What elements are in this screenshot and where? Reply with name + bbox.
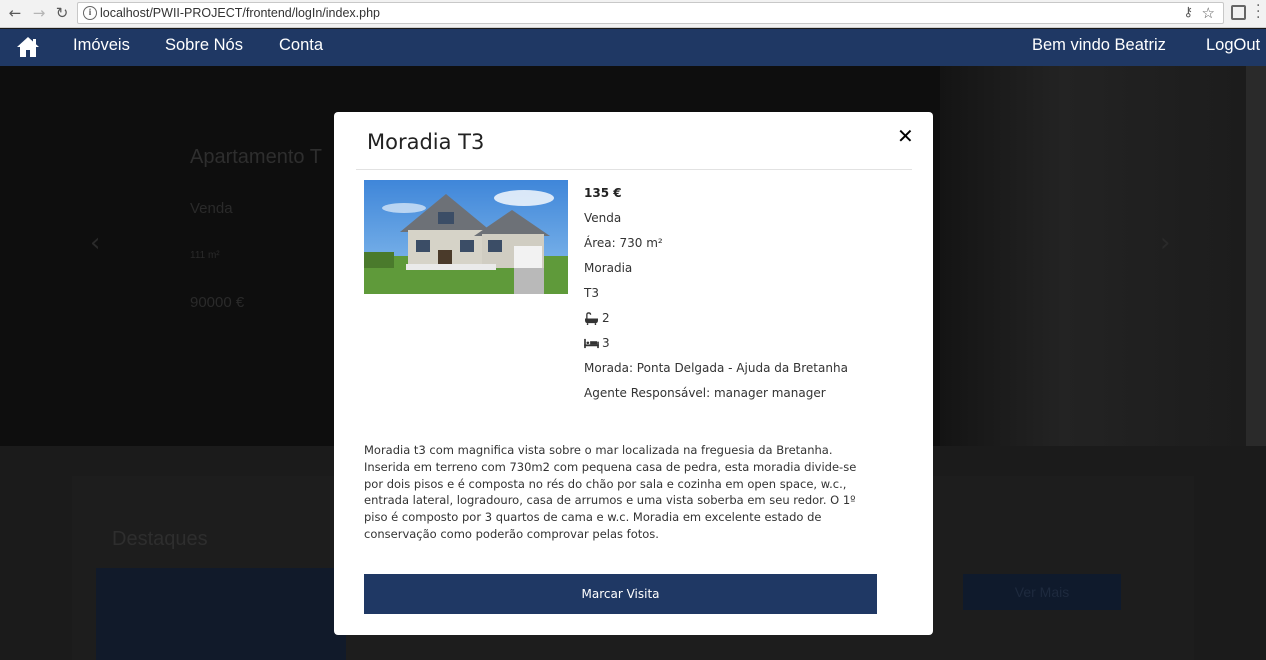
property-agent: Agente Responsável: manager manager — [584, 386, 826, 400]
carousel-edge — [1246, 66, 1266, 446]
property-description: Moradia t3 com magnifica vista sobre o m… — [364, 443, 857, 541]
url-text[interactable]: localhost/PWII-PROJECT/frontend/logIn/in… — [100, 6, 380, 20]
property-modal: Moradia T3 ✕ 135 € Venda Área: 730 m² Mo… — [334, 112, 933, 635]
modal-divider — [356, 169, 912, 170]
home-icon[interactable] — [16, 35, 40, 59]
nav-link-imoveis[interactable]: Imóveis — [73, 36, 130, 55]
featured-title: Destaques — [112, 528, 208, 550]
carousel-next-icon[interactable]: › — [1160, 228, 1170, 258]
welcome-text: Bem vindo Beatriz — [1032, 36, 1166, 54]
logout-link[interactable]: LogOut — [1206, 36, 1260, 55]
carousel-prev-icon[interactable]: ‹ — [90, 228, 100, 258]
property-details: 135 € Venda Área: 730 m² Moradia T3 2 3 … — [584, 185, 904, 410]
browser-menu-icon[interactable]: · · · — [1256, 0, 1260, 25]
see-more-button[interactable]: Ver Mais — [963, 574, 1121, 610]
hero-title: Apartamento T — [190, 146, 322, 168]
property-price: 135 € — [584, 186, 622, 200]
bookmark-star-icon[interactable]: ☆ — [1202, 4, 1215, 22]
site-info-icon[interactable]: i — [83, 6, 97, 20]
property-transaction: Venda — [584, 211, 622, 225]
key-icon[interactable]: ⚷ — [1183, 5, 1193, 20]
reload-icon[interactable]: ↻ — [53, 4, 71, 22]
address-bar[interactable]: i localhost/PWII-PROJECT/frontend/logIn/… — [77, 2, 1224, 24]
book-visit-button[interactable]: Marcar Visita — [364, 574, 877, 614]
modal-title: Moradia T3 — [367, 130, 485, 154]
bathrooms-count: 2 — [602, 311, 610, 325]
nav-link-sobre-nos[interactable]: Sobre Nós — [165, 36, 243, 55]
property-type: Moradia — [584, 261, 633, 275]
featured-thumbnail[interactable] — [96, 568, 346, 660]
property-area: Área: 730 m² — [584, 236, 663, 250]
extension-icon[interactable] — [1231, 5, 1246, 20]
bed-icon — [584, 338, 599, 349]
hero-area: 111 m² — [190, 250, 220, 261]
browser-toolbar: ← → ↻ i localhost/PWII-PROJECT/frontend/… — [0, 0, 1266, 28]
close-icon[interactable]: ✕ — [897, 124, 914, 148]
hero-type: Venda — [190, 200, 233, 217]
property-typology: T3 — [584, 286, 599, 300]
hero-price: 90000 € — [190, 294, 245, 311]
property-address: Morada: Ponta Delgada - Ajuda da Bretanh… — [584, 361, 848, 375]
bedrooms-count: 3 — [602, 336, 610, 350]
bathtub-icon — [585, 312, 598, 325]
property-photo — [364, 180, 568, 294]
bedrooms-row: 3 — [584, 335, 904, 360]
nav-link-conta[interactable]: Conta — [279, 36, 323, 55]
forward-arrow-icon[interactable]: → — [30, 4, 48, 22]
site-navbar: Imóveis Sobre Nós Conta Bem vindo Beatri… — [0, 29, 1266, 66]
back-arrow-icon[interactable]: ← — [6, 4, 24, 22]
bathrooms-row: 2 — [584, 310, 904, 335]
building-image — [940, 66, 1246, 446]
